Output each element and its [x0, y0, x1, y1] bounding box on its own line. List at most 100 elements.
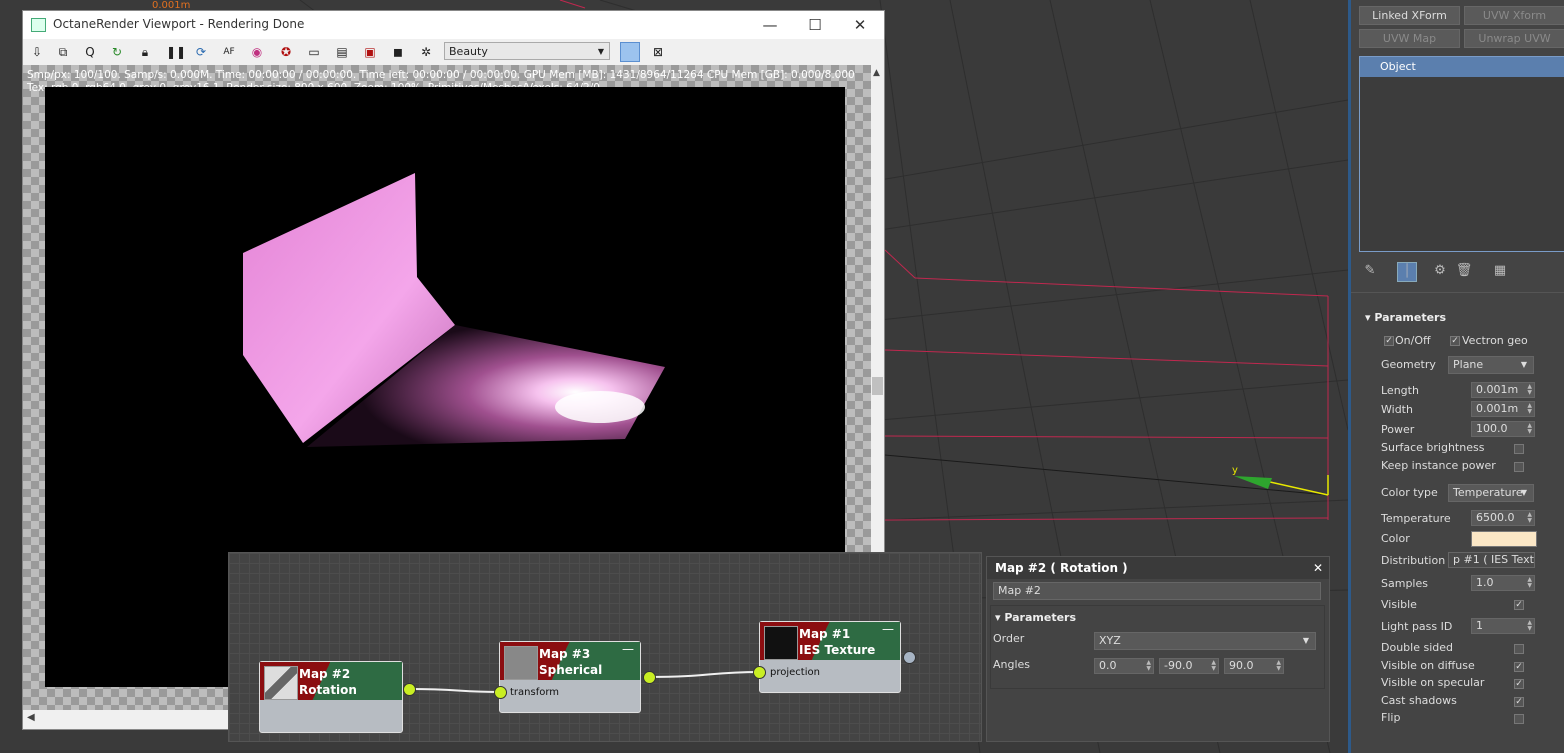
rollout-header[interactable]: ▾ Parameters [995, 611, 1076, 624]
spinner-icon[interactable]: ▲ ▼ [1527, 403, 1532, 415]
cast-shadows-label: Cast shadows [1381, 694, 1457, 707]
spinner-icon[interactable]: ▲ ▼ [1211, 660, 1216, 672]
minimize-icon[interactable]: — [622, 642, 634, 656]
map-name-field[interactable]: Map #2 [993, 582, 1321, 600]
spinner-icon[interactable]: ▲ ▼ [1527, 512, 1532, 524]
surface-brightness-label: Surface brightness [1381, 441, 1485, 454]
color-picker-icon[interactable]: ◉ [249, 44, 265, 60]
camera-icon[interactable]: ▣ [362, 44, 378, 60]
linked-xform-button[interactable]: Linked XForm [1359, 6, 1460, 25]
auto-focus-icon[interactable]: AF [221, 44, 237, 60]
angle-z-field[interactable]: 90.0 ▲ ▼ [1224, 658, 1284, 674]
order-select[interactable]: XYZ ▼ [1094, 632, 1316, 650]
spinner-icon[interactable]: ▲ ▼ [1527, 577, 1532, 589]
collapse-icon: ▾ [1365, 311, 1375, 324]
pin-icon[interactable]: ✎ [1361, 262, 1379, 280]
surface-brightness-checkbox[interactable] [1514, 444, 1524, 454]
stack-item-object[interactable]: Object [1360, 57, 1564, 77]
pause-icon[interactable]: ❚❚ [166, 44, 186, 60]
minimize-icon[interactable]: — [882, 622, 894, 636]
angle-y-field[interactable]: -90.0 ▲ ▼ [1159, 658, 1219, 674]
modifier-stack[interactable]: Object [1359, 56, 1564, 252]
spinner-icon[interactable]: ▲ ▼ [1276, 660, 1281, 672]
node-map2-rotation[interactable]: Map #2 Rotation [259, 661, 403, 733]
power-field[interactable]: 100.0 ▲ ▼ [1471, 421, 1535, 437]
lock-icon[interactable]: 🔒︎ [137, 44, 153, 60]
export-icon[interactable]: ⇩ [29, 44, 45, 60]
unwrap-uvw-button[interactable]: Unwrap UVW [1464, 29, 1564, 48]
visible-diffuse-checkbox[interactable]: ✓ [1514, 662, 1524, 672]
input-pin-transform[interactable] [494, 686, 507, 699]
region-icon[interactable]: ✪ [278, 44, 294, 60]
node-subtitle: Spherical [539, 663, 603, 677]
object-icon[interactable]: ◼ [390, 44, 406, 60]
spinner-icon[interactable]: ▲ ▼ [1527, 384, 1532, 396]
settings-icon[interactable]: ✲ [418, 44, 434, 60]
width-field[interactable]: 0.001m ▲ ▼ [1471, 401, 1535, 417]
output-pin[interactable] [403, 683, 416, 696]
double-sided-checkbox[interactable] [1514, 644, 1524, 654]
node-map1-ies-texture[interactable]: Map #1 IES Texture — projection [759, 621, 901, 693]
copy-icon[interactable]: ⧉ [55, 44, 71, 60]
render-pass-select[interactable]: Beauty ▼ [444, 42, 610, 60]
output-pin[interactable] [643, 671, 656, 684]
map-parameter-panel: Map #2 ( Rotation ) ✕ Map #2 ▾ Parameter… [986, 556, 1330, 742]
close-icon[interactable]: ✕ [1313, 561, 1323, 575]
cast-shadows-checkbox[interactable]: ✓ [1514, 697, 1524, 707]
maximize-button[interactable]: ☐ [795, 14, 835, 36]
spinner-icon[interactable]: ▲ ▼ [1527, 423, 1532, 435]
node-editor[interactable]: Map #2 Rotation Map #3 Spherical — trans… [228, 552, 982, 742]
close-button[interactable]: ✕ [840, 14, 880, 36]
samples-field[interactable]: 1.0 ▲ ▼ [1471, 575, 1535, 591]
flip-label: Flip [1381, 711, 1401, 724]
configure-icon[interactable]: ▦ [1491, 262, 1509, 280]
onoff-checkbox[interactable]: ✓ [1384, 336, 1394, 346]
geometry-select[interactable]: Plane ▼ [1448, 356, 1534, 374]
visible-checkbox[interactable]: ✓ [1514, 600, 1524, 610]
restart-icon[interactable]: ↻ [109, 44, 125, 60]
panel-title: Map #2 ( Rotation ) [995, 561, 1128, 575]
window-title: OctaneRender Viewport - Rendering Done [53, 17, 305, 31]
show-end-result-icon[interactable]: ⏐ [1397, 262, 1417, 282]
temperature-field[interactable]: 6500.0 ▲ ▼ [1471, 510, 1535, 526]
color-swatch[interactable] [1471, 531, 1537, 547]
spinner-icon[interactable]: ▲ ▼ [1527, 620, 1532, 632]
film-icon[interactable]: ▤ [334, 44, 350, 60]
input-label: projection [770, 667, 820, 678]
make-unique-icon[interactable]: ⚙ [1431, 262, 1449, 280]
uvw-map-button[interactable]: UVW Map [1359, 29, 1460, 48]
power-label: Power [1381, 423, 1415, 436]
vectron-checkbox[interactable]: ✓ [1450, 336, 1460, 346]
uvw-xform-button[interactable]: UVW Xform [1464, 6, 1564, 25]
parameters-header[interactable]: ▾ Parameters [1365, 311, 1446, 324]
ies-texture-icon [764, 626, 798, 660]
distribution-map-button[interactable]: p #1 ( IES Textur [1448, 552, 1535, 568]
refresh-icon[interactable]: ⟳ [193, 44, 209, 60]
window-titlebar[interactable]: OctaneRender Viewport - Rendering Done —… [23, 11, 884, 39]
length-field[interactable]: 0.001m ▲ ▼ [1471, 382, 1535, 398]
spinner-icon[interactable]: ▲ ▼ [1146, 660, 1151, 672]
list-view-icon[interactable] [620, 42, 640, 62]
display-icon[interactable]: ▭ [306, 44, 322, 60]
samples-label: Samples [1381, 577, 1428, 590]
keep-instance-power-checkbox[interactable] [1514, 462, 1524, 472]
output-pin[interactable] [903, 651, 916, 664]
input-pin-projection[interactable] [753, 666, 766, 679]
minimize-button[interactable]: — [750, 14, 790, 36]
vectron-label: Vectron geo [1462, 334, 1528, 347]
node-subtitle: IES Texture [799, 643, 876, 657]
visible-specular-checkbox[interactable]: ✓ [1514, 679, 1524, 689]
light-pass-field[interactable]: 1 ▲ ▼ [1471, 618, 1535, 634]
panel-titlebar: Map #2 ( Rotation ) ✕ [987, 557, 1329, 579]
chevron-down-icon: ▼ [1520, 360, 1527, 369]
angle-x-field[interactable]: 0.0 ▲ ▼ [1094, 658, 1154, 674]
image-view-icon[interactable]: ⊠ [650, 44, 666, 60]
quick-render-icon[interactable]: Q [82, 44, 98, 60]
color-type-select[interactable]: Temperature ▼ [1448, 484, 1534, 502]
node-map3-spherical[interactable]: Map #3 Spherical — transform [499, 641, 641, 713]
flip-checkbox[interactable] [1514, 714, 1524, 724]
light-pass-label: Light pass ID [1381, 620, 1453, 633]
parameters-rollout: ▾ Parameters Order XYZ ▼ Angles 0.0 ▲ ▼ -90… [990, 605, 1325, 689]
trash-icon[interactable]: 🗑︎ [1455, 262, 1473, 280]
visible-specular-label: Visible on specular [1381, 676, 1485, 689]
